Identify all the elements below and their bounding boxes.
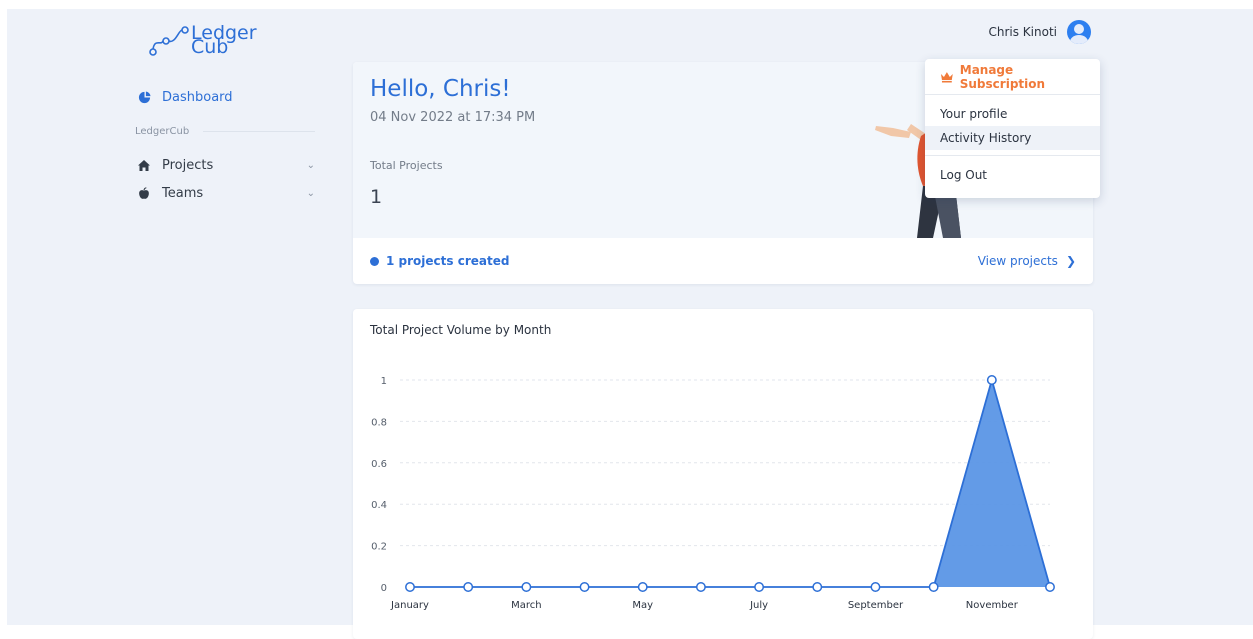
data-point [812, 582, 823, 592]
area-fill [410, 380, 1050, 587]
y-tick-label: 0.8 [371, 417, 387, 428]
home-icon [135, 159, 153, 172]
chevron-right-icon: ❯ [1065, 254, 1076, 268]
x-tick-label: January [390, 600, 429, 611]
total-projects-value: 1 [370, 186, 383, 208]
y-tick-label: 0.4 [371, 500, 387, 511]
manage-subscription-label: Manage Subscription [959, 62, 1046, 91]
chevron-down-icon[interactable]: ⌄ [307, 188, 315, 199]
projects-created-text: 1 projects created [386, 254, 510, 268]
status-dot [370, 256, 379, 266]
data-point [579, 582, 590, 592]
sidebar-item-label: Projects [162, 157, 214, 173]
y-tick-label: 1 [381, 376, 387, 387]
sidebar-item-projects[interactable]: Projects ⌄ [135, 151, 315, 179]
your-profile-label: Your profile [940, 107, 1008, 121]
project-volume-chart-card: Total Project Volume by Month 0 0.2 0.4 0.6… [353, 309, 1093, 639]
user-menu-trigger[interactable]: Chris Kinoti [988, 20, 1091, 44]
chart-title: Total Project Volume by Month [370, 323, 552, 337]
apple-icon [135, 186, 153, 200]
sidebar-item-label: Teams [162, 185, 204, 201]
data-point [1045, 582, 1055, 592]
data-point [986, 375, 997, 385]
data-point [928, 582, 939, 592]
avatar[interactable] [1067, 20, 1091, 44]
data-point [521, 582, 532, 592]
sidebar-item-dashboard[interactable]: Dashboard [135, 83, 315, 111]
x-tick-label: March [511, 600, 541, 611]
x-tick-label: July [749, 600, 768, 611]
area-chart: 0 0.2 0.4 0.6 0.8 1 January March May July Septemb… [371, 375, 1055, 611]
activity-history-item[interactable]: Activity History [925, 126, 1100, 150]
data-point [637, 582, 648, 592]
x-tick-label: May [632, 600, 653, 611]
welcome-footer: 1 projects created View projects ❯ [353, 238, 1093, 284]
current-datetime: 04 Nov 2022 at 17:34 PM [370, 110, 536, 125]
app-root: Ledger Cub Dashboard LedgerCub Projects … [7, 9, 1253, 639]
dropdown-group: Your profile Activity History [925, 95, 1100, 156]
x-tick-label: November [966, 600, 1019, 611]
user-name: Chris Kinoti [988, 25, 1057, 39]
y-tick-label: 0.2 [371, 542, 387, 553]
view-projects-link[interactable]: View projects ❯ [978, 254, 1076, 268]
total-projects-label: Total Projects [370, 159, 443, 172]
your-profile-item[interactable]: Your profile [925, 102, 1100, 126]
logo-text: Ledger Cub [191, 24, 257, 57]
section-divider [203, 130, 315, 132]
log-out-item[interactable]: Log Out [925, 163, 1100, 187]
activity-history-label: Activity History [940, 131, 1032, 145]
section-label: LedgerCub [135, 125, 190, 137]
sidebar-section-header: LedgerCub [135, 111, 315, 151]
sidebar-item-teams[interactable]: Teams ⌄ [135, 179, 315, 207]
data-point [754, 582, 765, 592]
greeting-heading: Hello, Chris! [370, 76, 511, 102]
x-tick-label: September [848, 600, 904, 611]
data-point [870, 582, 881, 592]
log-out-label: Log Out [940, 168, 988, 182]
pie-chart-icon [135, 90, 153, 104]
logo[interactable]: Ledger Cub [147, 24, 257, 58]
manage-subscription-item[interactable]: Manage Subscription [925, 59, 1100, 95]
logo-icon [149, 26, 189, 56]
y-tick-label: 0 [381, 583, 387, 594]
chevron-down-icon[interactable]: ⌄ [307, 160, 315, 171]
view-projects-label: View projects [977, 254, 1058, 268]
data-point [695, 582, 706, 592]
sidebar-nav: Dashboard LedgerCub Projects ⌄ Teams ⌄ [135, 83, 315, 207]
data-point [463, 582, 474, 592]
user-dropdown-menu: Manage Subscription Your profile Activit… [925, 59, 1100, 198]
data-point [405, 582, 415, 592]
y-tick-label: 0.6 [371, 459, 387, 470]
crown-icon [940, 71, 953, 82]
sidebar-item-label: Dashboard [162, 89, 233, 105]
